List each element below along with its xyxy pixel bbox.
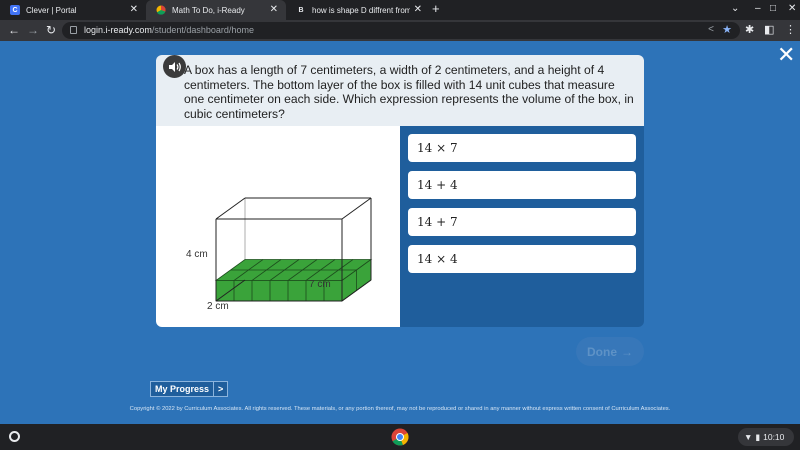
tab-iready[interactable]: Math To Do, i-Ready ✕ <box>146 0 286 20</box>
close-tab-icon[interactable]: ✕ <box>130 4 138 16</box>
status-tray[interactable]: ▼ ▮ 10:10 <box>738 428 794 446</box>
copyright-text: Copyright © 2022 by Curriculum Associate… <box>129 406 671 412</box>
question-text: A box has a length of 7 centimeters, a w… <box>184 63 634 121</box>
tab-title: Math To Do, i-Ready <box>172 5 245 15</box>
maximize-icon[interactable]: □ <box>770 3 776 15</box>
answer-choice-4[interactable]: 14 × 4 <box>408 245 636 273</box>
answer-choice-3[interactable]: 14 + 7 <box>408 208 636 236</box>
clever-icon: C <box>10 5 20 15</box>
forward-icon[interactable]: → <box>27 23 39 38</box>
new-tab-icon[interactable]: + <box>432 2 440 16</box>
tab-title: how is shape D diffrent from sha <box>312 5 410 15</box>
length-label: 7 cm <box>309 279 331 290</box>
wifi-icon: ▼ <box>744 432 753 442</box>
box-figure: 4 cm 7 cm 2 cm <box>186 197 373 312</box>
clock-time: 10:10 <box>763 432 785 442</box>
my-progress-label: My Progress <box>150 381 215 397</box>
address-bar[interactable]: login.i-ready.com/student/dashboard/home… <box>62 22 740 39</box>
side-panel-icon[interactable]: ◧ <box>764 23 774 38</box>
height-label: 4 cm <box>186 249 208 260</box>
question-card: A box has a length of 7 centimeters, a w… <box>156 55 644 126</box>
iready-icon <box>156 5 166 15</box>
tab-title: Clever | Portal <box>26 5 77 15</box>
share-icon[interactable]: < <box>708 24 714 35</box>
speaker-icon[interactable] <box>163 55 186 78</box>
done-label: Done <box>587 344 617 359</box>
width-label: 2 cm <box>207 301 229 312</box>
tab-brainly[interactable]: B how is shape D diffrent from sha ✕ <box>286 0 430 20</box>
back-icon[interactable]: ← <box>8 23 20 38</box>
extensions-icon[interactable]: ✱ <box>745 23 754 38</box>
menu-icon[interactable]: ⋮ <box>785 23 796 38</box>
answer-panel: 14 × 7 14 + 4 14 + 7 14 × 4 <box>400 126 644 327</box>
tab-strip: C Clever | Portal ✕ Math To Do, i-Ready … <box>0 0 800 20</box>
close-tab-icon[interactable]: ✕ <box>270 4 278 16</box>
launcher-icon[interactable] <box>9 431 20 442</box>
os-shelf: ▼ ▮ 10:10 <box>0 424 800 450</box>
chrome-icon[interactable] <box>391 428 409 446</box>
url-text[interactable]: login.i-ready.com/student/dashboard/home <box>84 25 254 36</box>
lock-icon <box>70 26 77 34</box>
bookmark-star-icon[interactable]: ★ <box>722 23 732 36</box>
tab-clever[interactable]: C Clever | Portal ✕ <box>0 0 146 20</box>
minimize-window-icon[interactable]: – <box>755 3 761 15</box>
battery-icon: ▮ <box>755 431 761 442</box>
done-button[interactable]: Done → <box>576 337 644 366</box>
figure-panel: 4 cm 7 cm 2 cm <box>156 126 400 327</box>
reload-icon[interactable]: ↻ <box>46 23 56 38</box>
chevron-right-icon: > <box>214 381 229 397</box>
minimize-icon[interactable]: ⌄ <box>731 3 739 15</box>
brainly-icon: B <box>296 5 306 15</box>
box-edge <box>341 197 372 220</box>
my-progress-button[interactable]: My Progress > <box>150 381 229 397</box>
arrow-right-icon: → <box>621 344 633 359</box>
answer-choice-1[interactable]: 14 × 7 <box>408 134 636 162</box>
answer-choice-2[interactable]: 14 + 4 <box>408 171 636 199</box>
browser-toolbar: ← → ↻ login.i-ready.com/student/dashboar… <box>0 20 800 41</box>
close-window-icon[interactable]: ✕ <box>788 3 796 15</box>
close-lesson-icon[interactable]: ✕ <box>777 44 795 66</box>
box-edge <box>215 197 246 220</box>
close-tab-icon[interactable]: ✕ <box>414 4 422 16</box>
